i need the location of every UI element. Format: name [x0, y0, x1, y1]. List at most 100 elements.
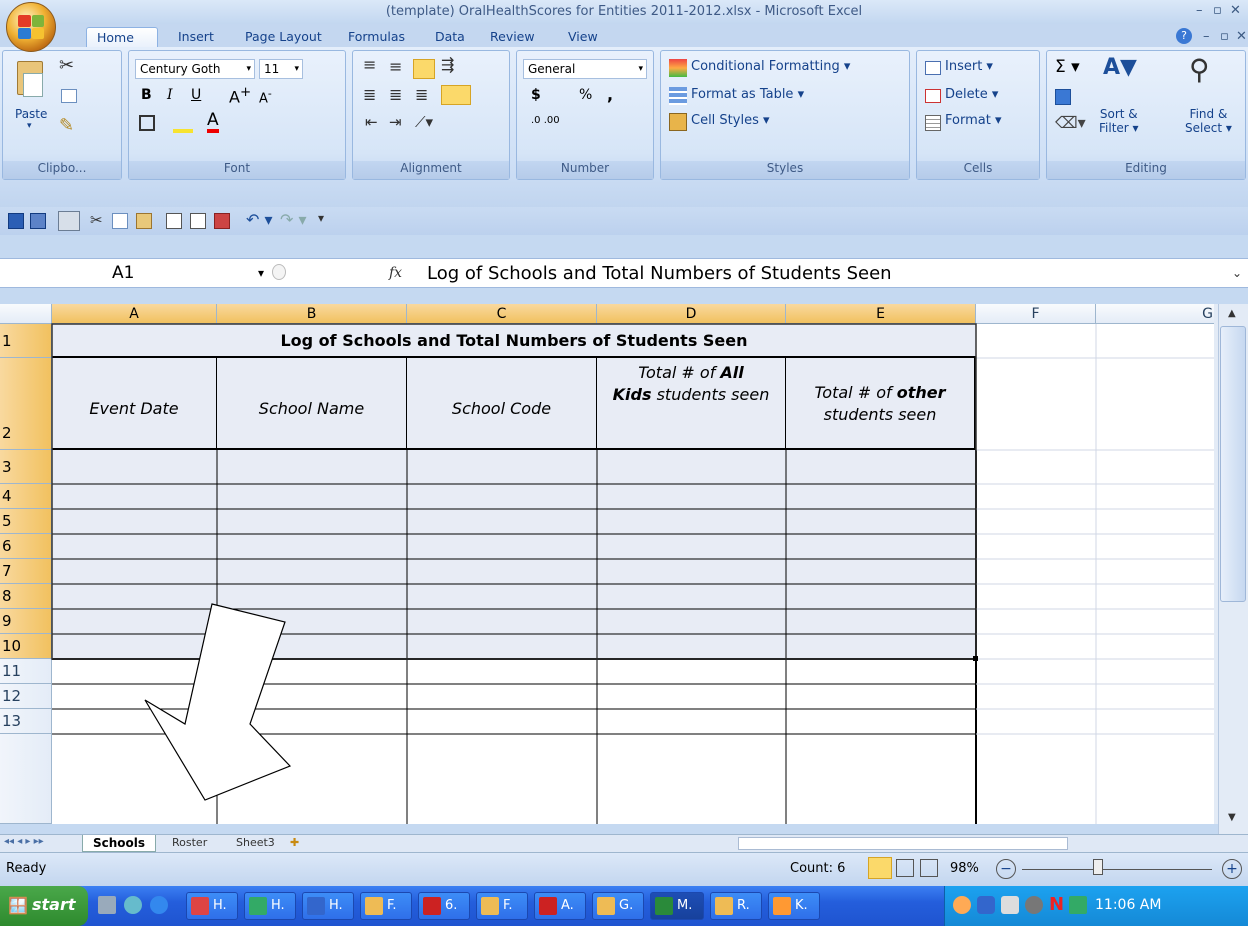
save-as-icon[interactable] [30, 213, 46, 229]
expand-formula-bar-icon[interactable]: ⌄ [1232, 266, 1242, 280]
align-center-icon[interactable]: ≣ [389, 85, 402, 104]
tray-network-icon[interactable] [1001, 896, 1019, 914]
doc-close-button[interactable]: ✕ [1236, 29, 1247, 44]
tab-view[interactable]: View [558, 27, 608, 48]
format-painter-icon[interactable]: ✎ [59, 115, 74, 136]
percent-button[interactable]: % [579, 87, 592, 103]
zoom-slider-thumb[interactable] [1093, 859, 1103, 875]
zoom-level[interactable]: 98% [950, 861, 979, 876]
align-left-icon[interactable]: ≣ [363, 85, 376, 104]
save-icon[interactable] [8, 213, 24, 229]
sheet-tab-sheet3[interactable]: Sheet3 [236, 836, 275, 849]
scroll-down-icon[interactable]: ▼ [1228, 812, 1236, 823]
zoom-slider[interactable] [1022, 869, 1212, 870]
taskbar-item-2[interactable]: H. [244, 892, 296, 920]
quicklaunch-icon-2[interactable] [124, 896, 142, 914]
shrink-font-icon[interactable]: A- [259, 87, 272, 106]
tab-review[interactable]: Review [480, 27, 545, 48]
tab-insert[interactable]: Insert [168, 27, 224, 48]
tray-shield-icon[interactable] [977, 896, 995, 914]
taskbar-item-7[interactable]: A. [534, 892, 586, 920]
doc-restore-button[interactable]: ▫ [1220, 29, 1229, 44]
vertical-scroll-thumb[interactable] [1220, 326, 1246, 602]
font-color-icon[interactable]: A [207, 111, 219, 133]
conditional-formatting-button[interactable]: Conditional Formatting ▾ [691, 59, 850, 74]
name-box-dropdown-icon[interactable]: ▾ [258, 266, 264, 280]
taskbar-item-5[interactable]: 6. [418, 892, 470, 920]
copy-icon[interactable] [61, 89, 77, 103]
tab-formulas[interactable]: Formulas [338, 27, 415, 48]
scroll-up-icon[interactable]: ▲ [1228, 308, 1236, 319]
start-button[interactable]: 🪟 start [0, 886, 88, 926]
taskbar-item-11[interactable]: K. [768, 892, 820, 920]
increase-decimal-icon[interactable]: .0 .00 [531, 115, 560, 126]
quicklaunch-icon-1[interactable] [98, 896, 116, 914]
tray-icon-4[interactable] [1025, 896, 1043, 914]
vertical-scrollbar-track[interactable]: ▲ ▼ [1218, 304, 1248, 834]
close-file-icon[interactable] [214, 213, 230, 229]
horizontal-scrollbar[interactable] [738, 837, 1068, 850]
insert-function-button[interactable]: fx [389, 265, 402, 281]
taskbar-item-3[interactable]: H. [302, 892, 354, 920]
tray-icon-6[interactable] [1069, 896, 1087, 914]
zoom-in-button[interactable]: + [1222, 859, 1242, 879]
quick-print-icon[interactable] [190, 213, 206, 229]
undo-icon[interactable]: ↶ ▾ [246, 210, 273, 229]
office-button[interactable] [6, 2, 56, 52]
wrap-text-icon[interactable]: ⇶ [441, 55, 454, 74]
tray-n-icon[interactable]: N [1049, 894, 1064, 915]
format-as-table-button[interactable]: Format as Table ▾ [691, 87, 804, 102]
worksheet-grid[interactable]: A B C D E F G 1 2 3 4 5 6 7 8 9 10 11 12… [0, 304, 1220, 824]
copy-qat-icon[interactable] [112, 213, 128, 229]
number-format-select[interactable]: General ▾ [523, 59, 647, 79]
zoom-out-button[interactable]: − [996, 859, 1016, 879]
print-icon[interactable] [58, 211, 80, 231]
sheet-tab-roster[interactable]: Roster [172, 836, 207, 849]
find-select-button[interactable]: Find & Select ▾ [1185, 107, 1232, 135]
clear-icon[interactable]: ⌫▾ [1055, 113, 1086, 132]
sheet-nav-icons[interactable]: ◂◂ ◂ ▸ ▸▸ [4, 836, 44, 847]
comma-button[interactable]: , [607, 85, 613, 104]
font-name-select[interactable]: Century Goth ▾ [135, 59, 255, 79]
font-size-select[interactable]: 11 ▾ [259, 59, 303, 79]
insert-sheet-icon[interactable]: ✚ [290, 836, 299, 849]
page-break-view-icon[interactable] [920, 859, 938, 877]
decrease-indent-icon[interactable]: ⇤ [365, 113, 378, 131]
sort-filter-button[interactable]: Sort & Filter ▾ [1099, 107, 1139, 135]
tab-page-layout[interactable]: Page Layout [235, 27, 332, 48]
italic-button[interactable]: I [167, 87, 173, 103]
cut-qat-icon[interactable]: ✂ [90, 211, 103, 229]
bold-button[interactable]: B [141, 87, 152, 103]
print-preview-icon[interactable] [166, 213, 182, 229]
doc-minimize-button[interactable]: – [1203, 29, 1210, 44]
internet-explorer-icon[interactable] [150, 896, 168, 914]
fill-icon[interactable] [1055, 89, 1071, 105]
sheet-tab-schools[interactable]: Schools [82, 835, 157, 852]
taskbar-item-1[interactable]: H. [186, 892, 238, 920]
help-icon[interactable]: ? [1176, 28, 1192, 44]
close-button[interactable]: ✕ [1230, 3, 1241, 18]
taskbar-item-4[interactable]: F. [360, 892, 412, 920]
fill-color-icon[interactable] [173, 115, 193, 133]
restore-button[interactable]: ▫ [1213, 3, 1222, 18]
tray-icon-1[interactable] [953, 896, 971, 914]
delete-cells-button[interactable]: Delete ▾ [945, 87, 998, 102]
format-cells-button[interactable]: Format ▾ [945, 113, 1001, 128]
normal-view-icon[interactable] [868, 857, 892, 879]
formula-input[interactable]: Log of Schools and Total Numbers of Stud… [427, 263, 892, 284]
align-middle-icon[interactable]: ≡ [389, 57, 402, 76]
paste-dropdown-icon[interactable]: ▾ [27, 121, 32, 131]
taskbar-item-excel[interactable]: M. [650, 892, 704, 920]
paste-qat-icon[interactable] [136, 213, 152, 229]
cut-icon[interactable]: ✂ [59, 55, 74, 76]
redo-icon[interactable]: ↷ ▾ [280, 210, 307, 229]
borders-icon[interactable] [139, 115, 155, 131]
tab-data[interactable]: Data [425, 27, 475, 48]
taskbar-item-10[interactable]: R. [710, 892, 762, 920]
tab-home[interactable]: Home [86, 27, 158, 48]
underline-button[interactable]: U [191, 87, 201, 103]
increase-indent-icon[interactable]: ⇥ [389, 113, 402, 131]
orientation-icon[interactable]: ⟋▾ [415, 113, 433, 131]
paste-button[interactable]: Paste [15, 107, 47, 121]
name-box[interactable]: A1 ▾ [0, 258, 286, 288]
